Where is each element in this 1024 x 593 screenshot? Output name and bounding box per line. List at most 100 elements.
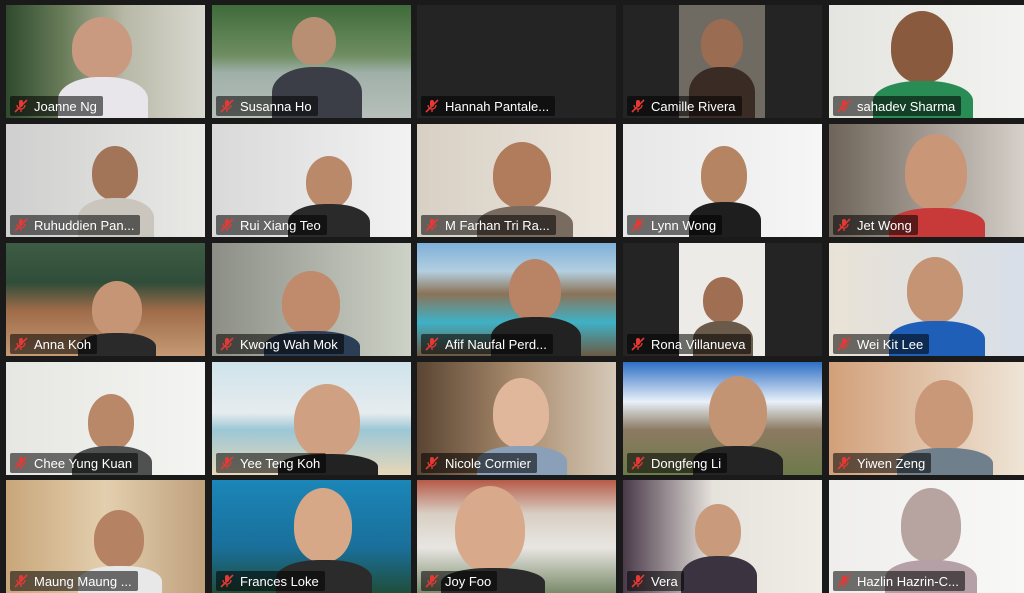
microphone-muted-icon (837, 218, 851, 232)
participant-video (915, 380, 973, 450)
microphone-muted-icon (220, 99, 234, 113)
participant-video (509, 259, 561, 321)
name-tag: Susanna Ho (216, 96, 318, 116)
participant-name: Afif Naufal Perd... (445, 336, 547, 352)
participant-name: Frances Loke (240, 573, 319, 589)
participant-tile[interactable]: Chee Yung Kuan (6, 362, 205, 475)
participant-tile[interactable]: Hannah Pantale... (417, 5, 616, 118)
participant-tile[interactable]: Dongfeng Li (623, 362, 822, 475)
participant-tile[interactable]: Ruhuddien Pan... (6, 124, 205, 237)
microphone-muted-icon (220, 456, 234, 470)
participant-video (701, 146, 747, 204)
participant-tile[interactable]: Kwong Wah Mok (212, 243, 411, 356)
name-tag: Yiwen Zeng (833, 453, 932, 473)
participant-video (891, 11, 953, 83)
name-tag: Rui Xiang Teo (216, 215, 327, 235)
participant-tile[interactable]: Yee Teng Koh (212, 362, 411, 475)
participant-tile[interactable]: Maung Maung ... (6, 480, 205, 593)
participant-tile[interactable]: sahadev Sharma (829, 5, 1024, 118)
microphone-muted-icon (837, 574, 851, 588)
participant-tile[interactable]: Joy Foo (417, 480, 616, 593)
name-tag: Vera (627, 571, 684, 591)
participant-name: Yiwen Zeng (857, 455, 926, 471)
participant-video (701, 19, 743, 69)
microphone-muted-icon (631, 574, 645, 588)
microphone-muted-icon (14, 456, 28, 470)
participant-name: Nicole Cormier (445, 455, 531, 471)
name-tag: Hazlin Hazrin-C... (833, 571, 965, 591)
participant-name: Hannah Pantale... (445, 98, 550, 114)
participant-video (703, 277, 743, 323)
participant-name: Maung Maung ... (34, 573, 132, 589)
participant-video (92, 281, 142, 337)
participant-video (282, 271, 340, 335)
participant-video (493, 378, 549, 448)
participant-name: Joy Foo (445, 573, 492, 589)
participant-video (709, 376, 767, 448)
name-tag: Jet Wong (833, 215, 918, 235)
name-tag: Yee Teng Koh (216, 453, 327, 473)
participant-name: Rona Villanueva (651, 336, 746, 352)
participant-name: Vera (651, 573, 678, 589)
participant-tile[interactable]: Joanne Ng (6, 5, 205, 118)
participant-video (94, 510, 144, 568)
participant-name: Lynn Wong (651, 217, 717, 233)
name-tag: M Farhan Tri Ra... (421, 215, 556, 235)
microphone-muted-icon (837, 99, 851, 113)
name-tag: Joy Foo (421, 571, 498, 591)
participant-tile[interactable]: Nicole Cormier (417, 362, 616, 475)
participant-video (905, 134, 967, 210)
microphone-muted-icon (631, 99, 645, 113)
participant-name: M Farhan Tri Ra... (445, 217, 550, 233)
participant-video (493, 142, 551, 208)
name-tag: Camille Rivera (627, 96, 742, 116)
participant-name: Camille Rivera (651, 98, 736, 114)
participant-tile[interactable]: Anna Koh (6, 243, 205, 356)
participant-video (901, 488, 961, 562)
participant-name: Ruhuddien Pan... (34, 217, 135, 233)
name-tag: Kwong Wah Mok (216, 334, 344, 354)
participant-tile[interactable]: Wei Kit Lee (829, 243, 1024, 356)
participant-tile[interactable]: Rui Xiang Teo (212, 124, 411, 237)
name-tag: Dongfeng Li (627, 453, 728, 473)
participant-name: Yee Teng Koh (240, 455, 321, 471)
participant-name: Kwong Wah Mok (240, 336, 338, 352)
name-tag: Ruhuddien Pan... (10, 215, 141, 235)
participant-video (306, 156, 352, 208)
microphone-muted-icon (837, 337, 851, 351)
name-tag: Afif Naufal Perd... (421, 334, 553, 354)
name-tag: Rona Villanueva (627, 334, 752, 354)
participant-name: Anna Koh (34, 336, 92, 352)
participant-video (907, 257, 963, 323)
name-tag: Lynn Wong (627, 215, 723, 235)
participant-tile[interactable]: Vera (623, 480, 822, 593)
microphone-muted-icon (425, 456, 439, 470)
participant-tile[interactable]: Frances Loke (212, 480, 411, 593)
participant-video (294, 488, 352, 562)
participant-tile[interactable]: Susanna Ho (212, 5, 411, 118)
microphone-muted-icon (220, 337, 234, 351)
participant-tile[interactable]: Jet Wong (829, 124, 1024, 237)
participant-tile[interactable]: M Farhan Tri Ra... (417, 124, 616, 237)
name-tag: Joanne Ng (10, 96, 103, 116)
participant-tile[interactable]: Lynn Wong (623, 124, 822, 237)
participant-name: Joanne Ng (34, 98, 97, 114)
microphone-muted-icon (425, 218, 439, 232)
microphone-muted-icon (425, 574, 439, 588)
name-tag: Frances Loke (216, 571, 325, 591)
microphone-muted-icon (14, 574, 28, 588)
participant-tile[interactable]: Rona Villanueva (623, 243, 822, 356)
participant-name: Jet Wong (857, 217, 912, 233)
microphone-muted-icon (14, 337, 28, 351)
participant-tile[interactable]: Yiwen Zeng (829, 362, 1024, 475)
participant-tile[interactable]: Hazlin Hazrin-C... (829, 480, 1024, 593)
participant-video (294, 384, 360, 458)
participant-tile[interactable]: Afif Naufal Perd... (417, 243, 616, 356)
microphone-muted-icon (14, 99, 28, 113)
participant-tile[interactable]: Camille Rivera (623, 5, 822, 118)
participant-name: Hazlin Hazrin-C... (857, 573, 959, 589)
participant-video (88, 394, 134, 450)
participant-name: Wei Kit Lee (857, 336, 924, 352)
participant-name: sahadev Sharma (857, 98, 956, 114)
participant-name: Rui Xiang Teo (240, 217, 321, 233)
